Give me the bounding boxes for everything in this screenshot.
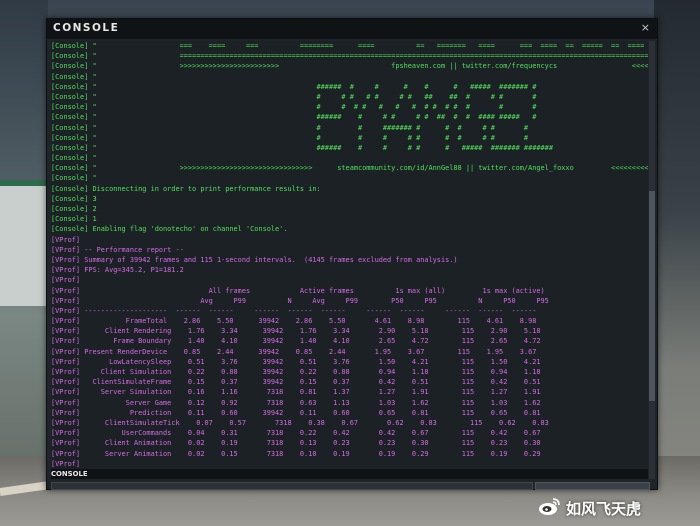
console-line: [VProf] FrameTotal 2.86 5.50 39942 2.86 … [51,317,537,326]
console-line: [Console] 2 [51,205,97,213]
console-titlebar[interactable]: CONSOLE × [47,19,657,39]
console-line: [VProf] Frame Boundary 1.40 4.10 39942 1… [51,337,541,346]
console-submit-button[interactable] [535,482,650,490]
weibo-logo-icon [539,498,560,515]
console-line: [VProf] Client Simulation 0.22 0.88 3994… [51,368,541,376]
console-line: [Console] " # # # # # # # # # # # # # # [51,103,537,112]
console-line: [Console] " ============================… [51,52,648,61]
console-line: [Console] " [51,174,97,183]
console-line: [VProf] All frames Active frames 1s max … [51,286,545,295]
console-line: [Console] " # # # # # # # # # # [51,133,529,142]
console-line: [VProf] Prediction 0.11 0.60 39942 0.11 … [51,408,541,417]
scrollbar-thumb[interactable] [649,191,655,401]
console-scrollbar[interactable] [649,41,655,479]
console-line: [VProf] Client Rendering 1.76 3.34 39942… [51,327,541,336]
console-line: [VProf] LowLatencySleep 0.51 3.76 39942 … [51,357,541,366]
console-line: [VProf] [51,235,81,244]
console-line: [Console] " ###### # # # # # ## # # ####… [51,113,537,122]
console-input[interactable] [51,482,533,490]
console-line: [VProf] Present RenderDevice 0.85 2.44 3… [51,347,537,356]
console-line: [VProf] [51,459,81,468]
console-line: [Console] Disconnecting in order to prin… [51,184,321,193]
console-line: [VProf] Server Animation 0.02 0.15 7318 … [51,449,541,458]
console-line: [Console] " # # ####### # # # # # # [51,123,529,132]
console-line: [VProf] -- Performance report -- [51,245,184,254]
background-right [654,0,700,526]
console-line: [Console] " ###### # # # # # ##### #####… [51,82,537,91]
console-line: [Console] Enabling flag 'donotecho' on c… [51,225,288,234]
console-line: [VProf] Summary of 39942 frames and 115 … [51,255,458,264]
console-line: [VProf] Avg P99 N Avg P99 P50 P95 N P50 … [51,296,549,305]
console-line: [VProf] ClientSimulateFrame 0.15 0.37 39… [51,378,541,387]
console-line: CONSOLE [51,468,648,479]
background-bus [0,180,48,306]
console-line: [VProf] ClientSimulateTick 0.07 0.57 731… [51,418,549,427]
console-line: [VProf] -------------------- ------ ----… [51,306,537,315]
console-line: [Console] 1 [51,215,97,224]
console-line: [Console] " [51,154,97,163]
console-line: [Console] " >>>>>>>>>>>>>>>>>>>>>>>> fps… [51,62,648,71]
console-line: [VProf] [51,276,81,285]
console-line: [Console] 3 [51,194,97,203]
console-line: [VProf] Server Simulation 0.16 1.16 7318… [51,388,541,397]
console-output[interactable]: [Console] " === ==== === ======== ==== =… [51,41,648,479]
console-line: [VProf] UserCommands 0.04 0.31 7318 0.22… [51,429,541,438]
close-icon[interactable]: × [641,21,650,34]
console-line: [VProf] FPS: Avg=345.2, P1=181.2 [51,266,184,275]
console-line: [VProf] Server Game 0.12 0.92 7318 0.63 … [51,398,541,407]
console-line: [Console] " [51,72,97,81]
console-title: CONSOLE [53,22,120,34]
console-line: [Console] " === ==== === ======== ==== =… [51,42,648,50]
console-line: [Console] " # # # # # # # ## ## # # # # [51,92,537,101]
console-window: CONSOLE × [Console] " === ==== === =====… [46,18,658,490]
console-line: [VProf] Client Animation 0.02 0.19 7318 … [51,439,541,448]
watermark-text: 如风飞天虎 [566,500,642,518]
console-line: [Console] " >>>>>>>>>>>>>>>>>>>>>>>>>>>>… [51,164,648,173]
console-line: [Console] " ###### # # # # # ##### #####… [51,143,553,152]
